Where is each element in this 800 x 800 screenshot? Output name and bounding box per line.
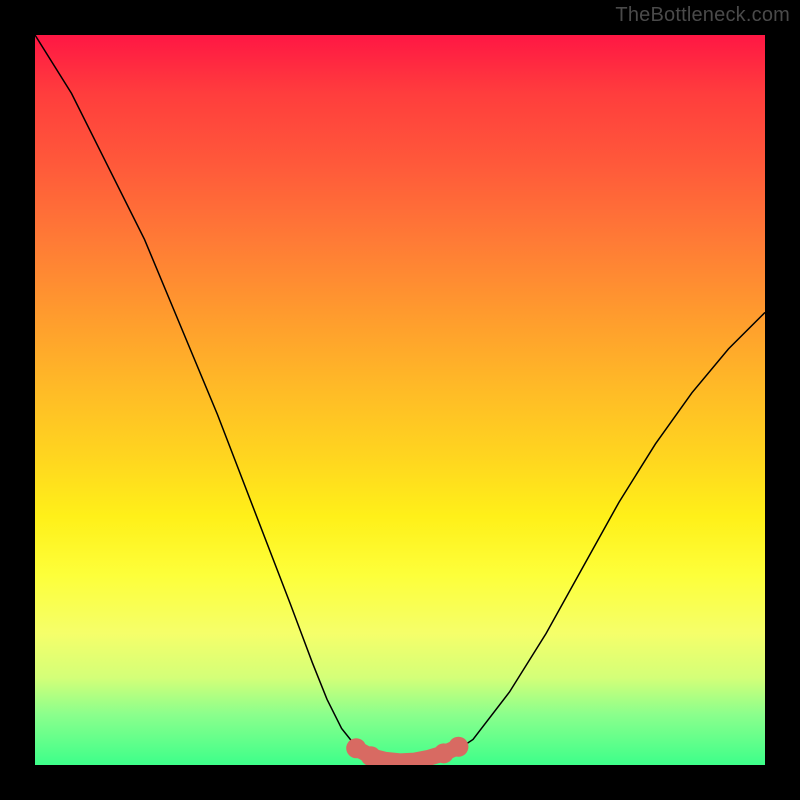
curve-right-ascent: [451, 312, 765, 754]
watermark-text: TheBottleneck.com: [615, 4, 790, 27]
chart-root: TheBottleneck.com: [0, 0, 800, 800]
highlight-dot: [448, 737, 468, 757]
plot-area: [35, 35, 765, 765]
chart-svg: [35, 35, 765, 765]
curve-left-descent: [35, 35, 364, 754]
